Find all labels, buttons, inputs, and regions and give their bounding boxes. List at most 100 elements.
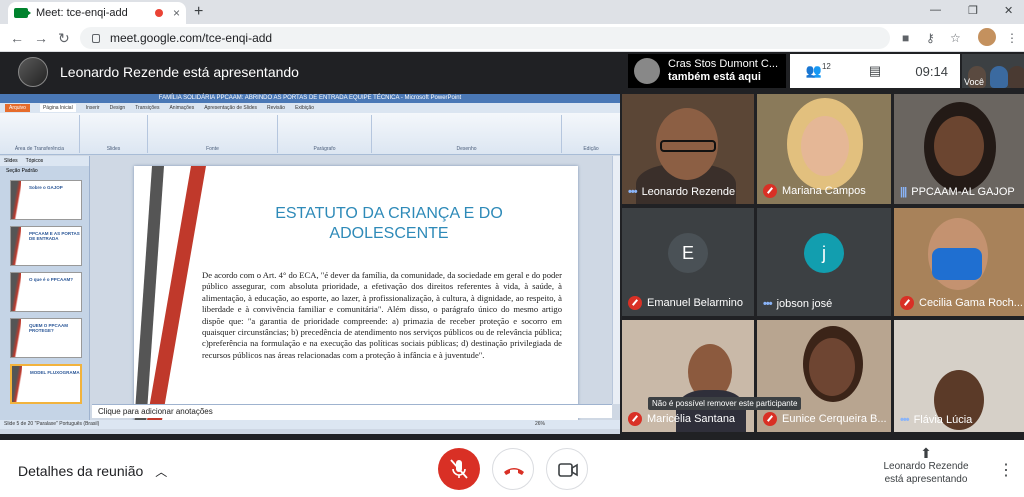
mic-off-icon bbox=[450, 459, 468, 479]
camera-icon bbox=[558, 463, 578, 477]
participant-tile[interactable]: ••• Flávia Lúcia bbox=[894, 320, 1024, 432]
close-window-button[interactable]: ✕ bbox=[1004, 4, 1013, 17]
ppt-ribbon: Área de Transferência Slides Fonte Parág… bbox=[0, 113, 620, 155]
star-icon[interactable]: ☆ bbox=[950, 31, 961, 45]
participant-tile[interactable]: Eunice Cerqueira B... bbox=[757, 320, 891, 432]
self-label: Você bbox=[964, 77, 985, 87]
mic-off-icon bbox=[763, 412, 777, 426]
ppt-scrollbar bbox=[612, 156, 620, 404]
ppt-tab: Inserir bbox=[85, 105, 100, 111]
chevron-up-icon: ︿ bbox=[155, 465, 168, 479]
speaking-icon: ••• bbox=[628, 186, 638, 198]
slide-thumbnail: PPCAAM E AS PORTAS DE ENTRADA bbox=[10, 226, 82, 266]
current-slide: ESTATUTO DA CRIANÇA E DO ADOLESCENTE De … bbox=[134, 166, 578, 426]
ppt-zoom: 26% bbox=[535, 421, 546, 427]
also-here-chip: Cras Stos Dumont C... também está aqui bbox=[628, 54, 786, 88]
more-options-icon[interactable]: ⋮ bbox=[998, 460, 1014, 480]
back-icon[interactable]: ← bbox=[10, 30, 24, 46]
participant-tile[interactable]: Cecilia Gama Roch... bbox=[894, 208, 1024, 316]
presenting-info[interactable]: ⬆ Leonardo Rezende está apresentando bbox=[880, 446, 972, 486]
participant-tile[interactable]: E Emanuel Belarmino bbox=[622, 208, 754, 316]
notes-pane: Clique para adicionar anotações bbox=[92, 404, 612, 418]
participant-name: Maricélia Santana bbox=[647, 413, 736, 425]
ppt-window-title: FAMÍLIA SOLIDÁRIA PPCAAM: ABRINDO AS POR… bbox=[0, 94, 620, 103]
key-icon[interactable]: ⚷ bbox=[926, 31, 935, 45]
slide-thumbnail: Sobre o GAJOP bbox=[10, 180, 82, 220]
ppt-tab: Apresentação de Slides bbox=[204, 105, 258, 111]
minimize-button[interactable]: — bbox=[930, 4, 941, 16]
participant-name: jobson josé bbox=[776, 298, 833, 310]
participant-tile[interactable]: Mariana Campos bbox=[757, 94, 891, 204]
profile-avatar[interactable] bbox=[978, 28, 996, 46]
slide-thumbnail-selected: MODEL FLUXOGRAMA bbox=[10, 364, 82, 404]
participant-name: Leonardo Rezende bbox=[641, 186, 736, 198]
leave-call-button[interactable] bbox=[492, 448, 534, 490]
shared-screen: FAMÍLIA SOLIDÁRIA PPCAAM: ABRINDO AS POR… bbox=[0, 94, 620, 434]
presenter-avatar bbox=[18, 57, 48, 87]
new-tab-button[interactable]: + bbox=[194, 3, 203, 21]
presenter-banner-text: Leonardo Rezende está apresentando bbox=[60, 64, 299, 80]
presenter-banner: Leonardo Rezende está apresentando bbox=[0, 52, 620, 92]
section-label: Seção Padrão bbox=[6, 168, 38, 174]
participant-name: Emanuel Belarmino bbox=[647, 297, 743, 309]
slide-thumbnail: O que é o PPCAAM? bbox=[10, 272, 82, 312]
hang-up-icon bbox=[504, 468, 524, 475]
close-tab-icon[interactable]: × bbox=[173, 6, 180, 20]
menu-icon[interactable]: ⋮ bbox=[1006, 31, 1018, 45]
ribbon-group-label: Edição bbox=[583, 146, 599, 152]
ppt-status-bar: Slide 5 de 20 "Paralaxe" Português (Bras… bbox=[0, 420, 620, 429]
pane-tab: Slides bbox=[4, 158, 18, 164]
url-text: meet.google.com/tce-enqi-add bbox=[110, 31, 273, 45]
ppt-status-text: Slide 5 de 20 "Paralaxe" Português (Bras… bbox=[4, 421, 100, 427]
browser-tab[interactable]: Meet: tce-enqi-add × bbox=[8, 2, 186, 24]
lock-icon bbox=[92, 33, 100, 43]
ribbon-group-label: Área de Transferência bbox=[14, 146, 65, 152]
mic-off-icon bbox=[628, 412, 642, 426]
presenting-text: está apresentando bbox=[884, 474, 968, 485]
participant-name: PPCAAM-AL GAJOP bbox=[911, 186, 1015, 198]
ppt-tab: Exibição bbox=[295, 105, 314, 111]
self-view-tile[interactable]: Você bbox=[962, 54, 1024, 88]
meet-toolbar: 👥12 ▤ 09:14 bbox=[790, 54, 960, 88]
mic-toggle-button[interactable] bbox=[438, 448, 480, 490]
participant-tile[interactable]: Maricélia Santana bbox=[622, 320, 754, 432]
omnibox[interactable]: meet.google.com/tce-enqi-add bbox=[80, 27, 890, 49]
mic-off-icon bbox=[628, 296, 642, 310]
maximize-button[interactable]: ❐ bbox=[968, 4, 978, 17]
avatar-initial: E bbox=[668, 233, 708, 274]
address-bar-row: ← → ↻ meet.google.com/tce-enqi-add ■ ⚷ ☆… bbox=[0, 24, 1024, 52]
mic-off-icon bbox=[763, 184, 777, 198]
remove-participant-tooltip: Não é possível remover este participante bbox=[648, 397, 802, 410]
avatar-initial: j bbox=[804, 233, 844, 274]
participant-tile[interactable]: ||| PPCAAM-AL GAJOP bbox=[894, 94, 1024, 204]
forward-icon[interactable]: → bbox=[34, 30, 48, 46]
also-here-text: também está aqui bbox=[668, 71, 761, 83]
speaking-icon: ••• bbox=[763, 298, 773, 310]
participant-name: Flávia Lúcia bbox=[913, 414, 973, 426]
camera-toggle-button[interactable] bbox=[546, 448, 588, 490]
ribbon-group-label: Slides bbox=[106, 146, 121, 152]
chat-icon: ▤ bbox=[868, 63, 882, 78]
recording-dot-icon bbox=[154, 9, 163, 17]
clock-time: 09:14 bbox=[915, 63, 948, 79]
pane-tab: Tópicos bbox=[25, 158, 44, 164]
participant-name: Cecilia Gama Roch... bbox=[919, 297, 1023, 309]
chat-button[interactable]: ▤ bbox=[847, 63, 904, 79]
ribbon-group-label: Parágrafo bbox=[313, 146, 336, 152]
also-here-avatar bbox=[634, 58, 660, 84]
camera-indicator-icon[interactable]: ■ bbox=[902, 31, 909, 45]
people-icon: 👥 bbox=[805, 63, 822, 78]
slide-body: De acordo com o Art. 4° do ECA, "é dever… bbox=[202, 270, 562, 360]
meeting-details-button[interactable]: Detalhes da reunião ︿ bbox=[18, 463, 167, 480]
also-here-name: Cras Stos Dumont C... bbox=[668, 58, 779, 70]
ppt-ribbon-tabs: Arquivo Página Inicial Inserir Design Tr… bbox=[0, 103, 620, 113]
speaking-icon: ||| bbox=[900, 186, 907, 198]
reload-icon[interactable]: ↻ bbox=[58, 30, 70, 47]
people-button[interactable]: 👥12 bbox=[790, 62, 847, 79]
mic-off-icon bbox=[900, 296, 914, 310]
ppt-tab: Página Inicial bbox=[39, 104, 76, 112]
participant-tile[interactable]: j ••• jobson josé bbox=[757, 208, 891, 316]
tab-title: Meet: tce-enqi-add bbox=[36, 7, 128, 19]
ppt-tab: Animações bbox=[169, 105, 195, 111]
participant-tile[interactable]: ••• Leonardo Rezende bbox=[622, 94, 754, 204]
